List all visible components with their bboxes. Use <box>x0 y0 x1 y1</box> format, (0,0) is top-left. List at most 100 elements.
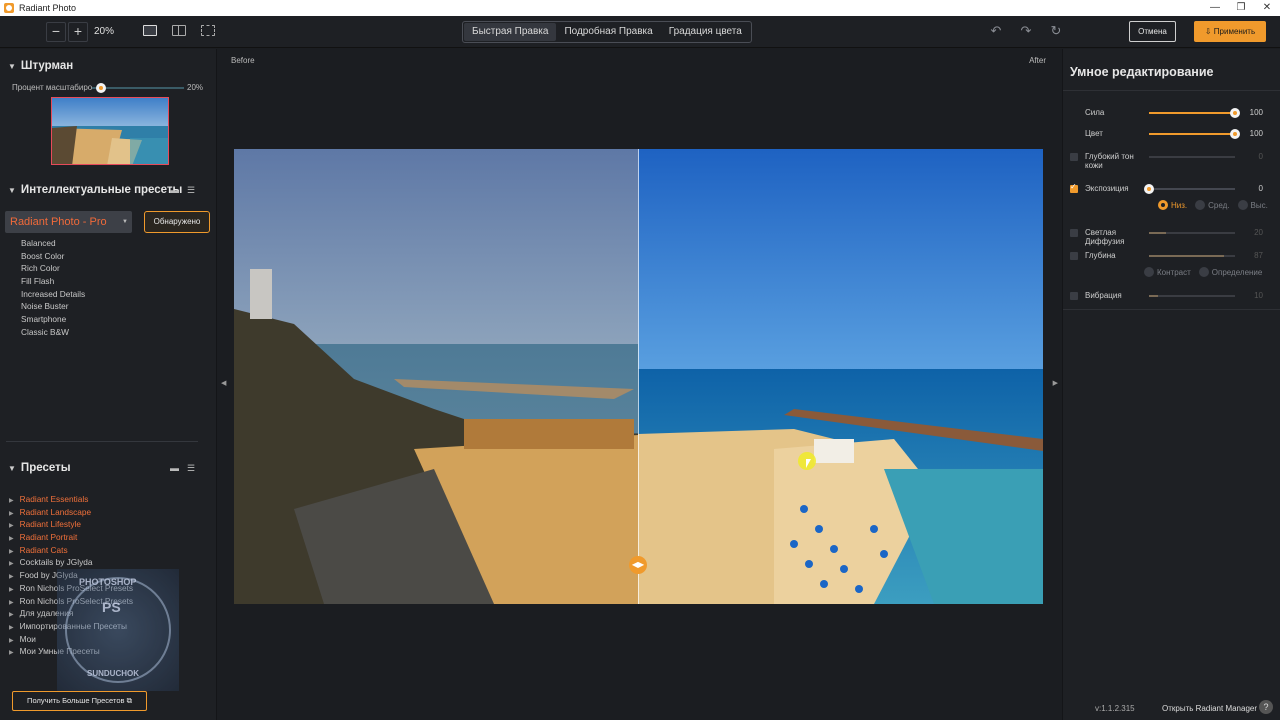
photo-preview[interactable]: ◀▶ <box>234 149 1043 604</box>
tab-detailed-edit[interactable]: Подробная Правка <box>556 23 660 41</box>
depth-slider[interactable] <box>1149 255 1235 257</box>
color-slider-knob[interactable] <box>1230 129 1240 139</box>
smart-preset-item[interactable]: Classic B&W <box>21 326 85 339</box>
strength-slider-knob[interactable] <box>1230 108 1240 118</box>
depth-checkbox[interactable] <box>1070 252 1078 260</box>
preset-folder-item[interactable]: ▶ Cocktails by JGlyda <box>9 556 133 569</box>
zoom-out-button[interactable]: − <box>46 22 66 42</box>
strength-value: 100 <box>1249 108 1263 117</box>
open-radiant-manager-link[interactable]: Открыть Radiant Manager <box>1162 704 1257 713</box>
tab-color-grading[interactable]: Градация цвета <box>661 23 750 41</box>
minimize-button[interactable]: — <box>1202 0 1228 16</box>
light-diffusion-checkbox[interactable] <box>1070 229 1078 237</box>
vibrance-checkbox[interactable] <box>1070 292 1078 300</box>
exposure-slider[interactable] <box>1144 184 1235 194</box>
depth-label: Глубина <box>1085 251 1116 260</box>
radio-button-icon[interactable] <box>1144 267 1154 277</box>
presets-title: Пресеты <box>20 462 71 474</box>
exposure-checkbox[interactable] <box>1070 182 1078 193</box>
close-window-button[interactable]: ✕ <box>1254 0 1280 16</box>
expand-triangle-icon: ▶ <box>9 574 14 581</box>
depth-mode-option[interactable]: Определение <box>1198 267 1263 277</box>
vibrance-slider-fill <box>1149 295 1158 297</box>
collapse-triangle-icon: ▼ <box>8 62 16 71</box>
color-label: Цвет <box>1085 129 1103 138</box>
list-view-icon[interactable]: ☰ <box>187 185 195 196</box>
preset-folder-item[interactable]: ▶ Radiant Essentials <box>9 493 133 506</box>
expand-triangle-icon: ▶ <box>9 586 14 593</box>
vibrance-slider[interactable] <box>1149 295 1235 297</box>
preset-pack-select[interactable]: Radiant Photo - Pro ▼ <box>5 211 132 233</box>
deep-skin-tone-slider[interactable] <box>1149 156 1235 158</box>
deep-skin-tone-checkbox[interactable] <box>1070 153 1078 161</box>
exposure-slider-knob[interactable] <box>1144 184 1154 194</box>
redo-icon[interactable]: ↷ <box>1019 24 1033 38</box>
zoom-value: 20% <box>94 26 115 37</box>
navigator-thumbnail[interactable] <box>51 97 169 165</box>
expand-triangle-icon: ▶ <box>9 523 14 530</box>
light-diffusion-slider[interactable] <box>1149 232 1235 234</box>
list-view-icon[interactable]: ☰ <box>187 463 195 474</box>
navigator-section-header[interactable]: ▼ Штурман <box>8 60 73 72</box>
exposure-range-option[interactable]: Сред. <box>1195 200 1230 210</box>
radio-button-icon[interactable] <box>1158 200 1168 210</box>
get-more-presets-button[interactable]: Получить Больше Пресетов ⧉ <box>12 691 147 711</box>
grid-view-icon[interactable]: ▬ <box>170 185 179 195</box>
smart-preset-item[interactable]: Rich Color <box>21 262 85 275</box>
undo-icon[interactable]: ↶ <box>989 24 1003 38</box>
maximize-button[interactable]: ❐ <box>1228 0 1254 16</box>
watermark-logo: PS PHOTOSHOP SUNDUCHOK <box>57 569 179 691</box>
preset-folder-item[interactable]: ▶ Radiant Lifestyle <box>9 518 133 531</box>
depth-mode-option-label: Определение <box>1211 267 1263 277</box>
split-view-icon[interactable] <box>172 25 186 36</box>
reset-icon[interactable]: ↻ <box>1049 24 1063 38</box>
collapse-triangle-icon: ▼ <box>8 186 16 195</box>
depth-mode-option-label: Контраст <box>1157 267 1191 277</box>
help-icon[interactable]: ? <box>1259 700 1273 714</box>
preset-folder-item[interactable]: ▶ Radiant Portrait <box>9 531 133 544</box>
split-handle-icon[interactable]: ◀▶ <box>629 556 647 574</box>
exposure-range-option[interactable]: Выс. <box>1237 200 1268 210</box>
exposure-range-option[interactable]: Низ. <box>1158 200 1187 210</box>
grid-view-icon[interactable]: ▬ <box>170 463 179 473</box>
strength-slider[interactable] <box>1149 108 1240 118</box>
preset-pack-value: Radiant Photo - Pro <box>10 216 107 228</box>
smart-preset-item[interactable]: Fill Flash <box>21 275 85 288</box>
collapse-left-panel-icon[interactable]: ◀ <box>221 379 226 387</box>
tab-quick-edit[interactable]: Быстрая Правка <box>464 23 557 41</box>
color-slider[interactable] <box>1149 129 1240 139</box>
left-panel: ▼ Штурман Процент масштабирования 20% ▼ Ин… <box>0 49 217 720</box>
right-panel: Умное редактирование Сила 100 Цвет 100 Глубо… <box>1062 49 1280 720</box>
single-view-icon[interactable] <box>143 25 157 36</box>
smart-preset-item[interactable]: Boost Color <box>21 250 85 263</box>
smart-preset-item[interactable]: Smartphone <box>21 313 85 326</box>
smart-preset-item[interactable]: Balanced <box>21 237 85 250</box>
expand-triangle-icon: ▶ <box>9 510 14 517</box>
collapse-right-panel-icon[interactable]: ▶ <box>1053 379 1058 387</box>
apply-button[interactable]: ⇩ Применить <box>1194 21 1266 42</box>
preset-folder-item[interactable]: ▶ Radiant Landscape <box>9 506 133 519</box>
watermark-bottom-text: SUNDUCHOK <box>87 669 139 678</box>
preset-folder-item[interactable]: ▶ Radiant Cats <box>9 544 133 557</box>
light-diffusion-slider-fill <box>1149 232 1167 234</box>
presets-section-header[interactable]: ▼ Пресеты <box>8 462 71 474</box>
before-label: Before <box>231 56 255 65</box>
detected-button[interactable]: Обнаружено <box>144 211 210 233</box>
smart-preset-item[interactable]: Increased Details <box>21 288 85 301</box>
after-label: After <box>1029 56 1046 65</box>
radio-button-icon[interactable] <box>1195 200 1206 210</box>
zoom-in-button[interactable]: + <box>68 22 88 42</box>
depth-mode-option[interactable]: Контраст <box>1144 267 1191 277</box>
navigator-zoom-knob[interactable] <box>96 83 106 93</box>
radio-button-icon[interactable] <box>1198 267 1209 277</box>
smart-presets-section-header[interactable]: ▼ Интеллектуальные пресеты <box>8 184 182 196</box>
smart-preset-item[interactable]: Noise Buster <box>21 300 85 313</box>
exposure-label: Экспозиция <box>1085 184 1129 193</box>
cancel-button[interactable]: Отмена <box>1129 21 1176 42</box>
radio-button-icon[interactable] <box>1237 200 1248 210</box>
expand-triangle-icon: ▶ <box>9 650 14 657</box>
preset-folder-label: Radiant Cats <box>19 544 68 555</box>
compare-view-icon[interactable] <box>201 25 215 36</box>
split-divider-line[interactable] <box>638 149 639 604</box>
window-title: Radiant Photo <box>19 3 77 13</box>
